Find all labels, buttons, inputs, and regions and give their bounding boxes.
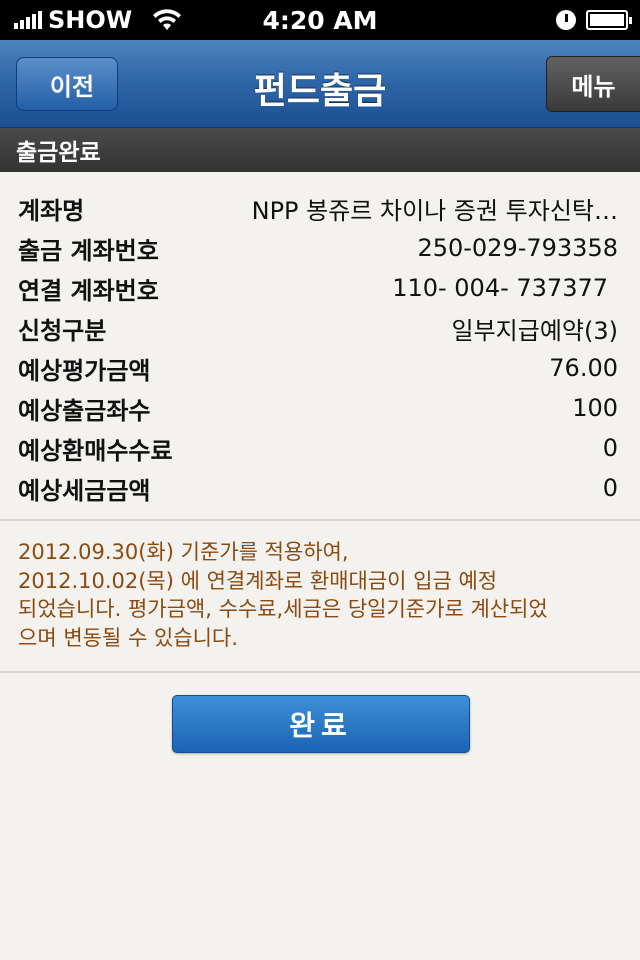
detail-label: 신청구분 xyxy=(18,316,107,345)
detail-value: 100 xyxy=(572,394,618,422)
wifi-icon xyxy=(153,9,182,30)
signal-strength-icon xyxy=(14,11,42,29)
detail-row-estimated-tax: 예상세금금액 0 xyxy=(0,468,640,508)
detail-row-estimated-amount: 예상평가금액 76.00 xyxy=(0,348,640,388)
detail-row-estimated-units: 예상출금좌수 100 xyxy=(0,388,640,428)
detail-value: 0 xyxy=(602,434,618,462)
status-left: SHOW xyxy=(14,6,184,34)
menu-button[interactable]: 메뉴 xyxy=(546,56,640,112)
notice-line: 2012.09.30(화) 기준가를 적용하여, xyxy=(18,540,349,564)
detail-label: 예상출금좌수 xyxy=(18,396,151,425)
detail-row-linked-account: 연결 계좌번호 110- 004- 737377 xyxy=(0,268,640,308)
detail-row-account-name: 계좌명 NPP 봉쥬르 차이나 증권 투자신탁… xyxy=(0,188,640,228)
notice-text: 2012.09.30(화) 기준가를 적용하여, 2012.10.02(목) 에… xyxy=(18,538,618,652)
section-title: 출금완료 xyxy=(16,140,101,166)
notice-line: 되었습니다. 평가금액, 수수료,세금은 당일기준가로 계산되었 xyxy=(18,597,548,621)
detail-list: 계좌명 NPP 봉쥬르 차이나 증권 투자신탁… 출금 계좌번호 250-029… xyxy=(0,188,640,508)
divider xyxy=(0,519,640,521)
detail-label: 예상세금금액 xyxy=(18,476,151,505)
page-title: 펀드출금 xyxy=(253,71,387,112)
detail-row-request-type: 신청구분 일부지급예약(3) xyxy=(0,308,640,348)
detail-value: 0 xyxy=(602,474,618,502)
detail-row-withdraw-account: 출금 계좌번호 250-029-793358 xyxy=(0,228,640,268)
notice-line: 으며 변동될 수 있습니다. xyxy=(18,625,238,650)
notice-line: 2012.10.02(목) 에 연결계좌로 환매대금이 입금 예정 xyxy=(18,568,498,593)
detail-value: 250-029-793358 xyxy=(417,234,618,262)
detail-label: 출금 계좌번호 xyxy=(18,236,159,265)
carrier-name: SHOW xyxy=(48,6,133,34)
divider xyxy=(0,671,640,673)
status-bar: SHOW 4:20 AM xyxy=(0,0,640,40)
detail-value: 76.00 xyxy=(549,354,618,382)
detail-value: NPP 봉쥬르 차이나 증권 투자신탁… xyxy=(251,196,618,225)
detail-label: 예상환매수수료 xyxy=(18,436,173,465)
detail-value: 일부지급예약(3) xyxy=(451,316,618,345)
rotation-lock-icon xyxy=(556,10,576,30)
detail-row-redemption-fee: 예상환매수수료 0 xyxy=(0,428,640,468)
navigation-bar: 이전 펀드출금 메뉴 xyxy=(0,40,640,128)
battery-icon xyxy=(586,10,632,30)
detail-label: 연결 계좌번호 xyxy=(18,276,159,305)
detail-value: 110- 004- 737377 xyxy=(392,274,608,302)
confirm-button[interactable]: 완료 xyxy=(172,695,470,753)
section-header: 출금완료 xyxy=(0,128,640,172)
detail-label: 계좌명 xyxy=(18,196,85,225)
detail-label: 예상평가금액 xyxy=(18,356,151,385)
status-right xyxy=(556,10,632,30)
